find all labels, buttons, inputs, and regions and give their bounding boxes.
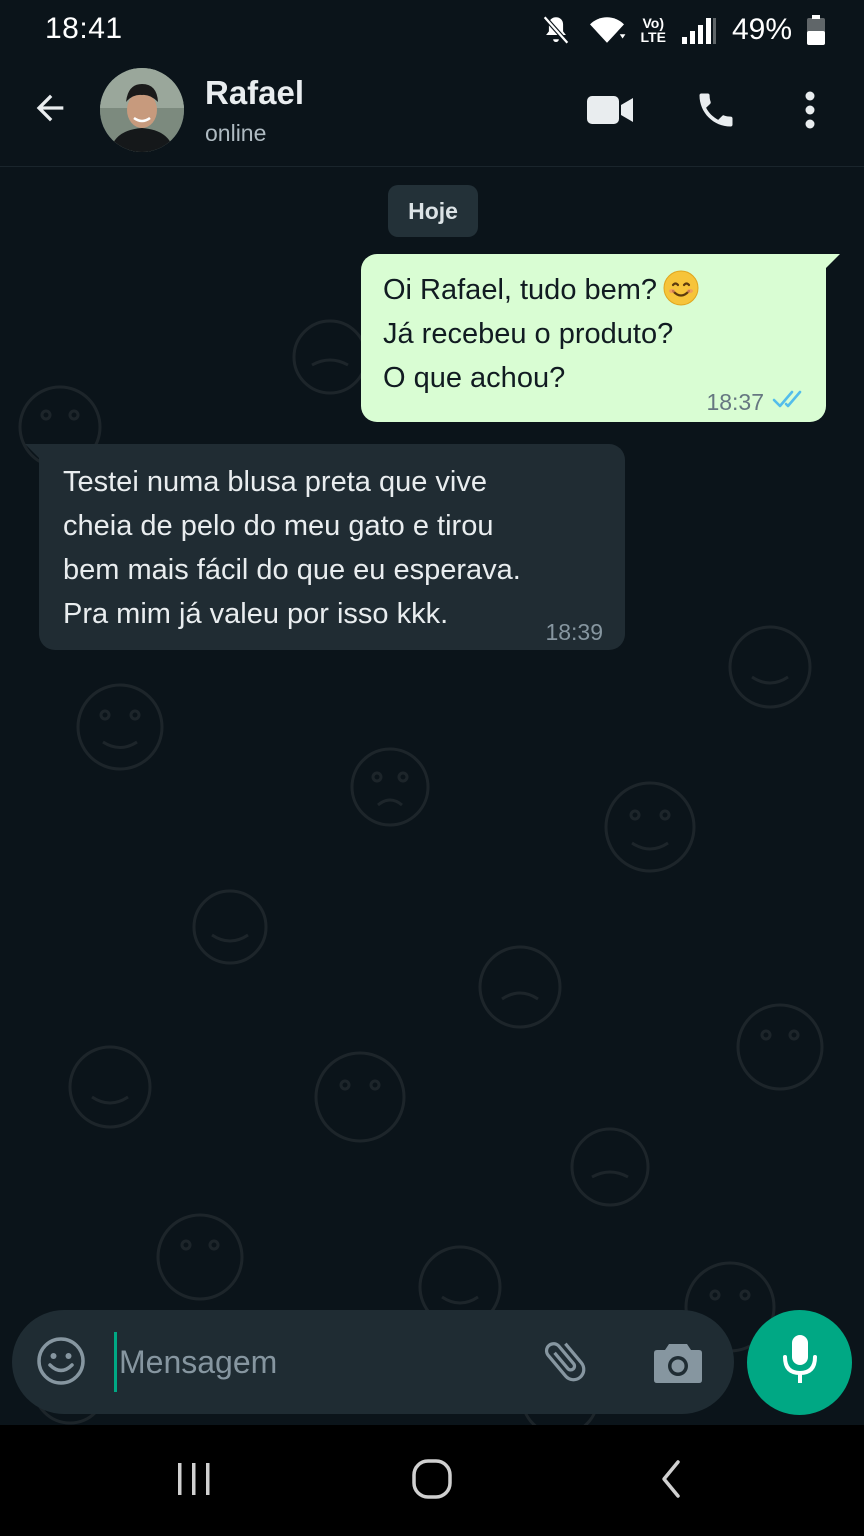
message-line: Pra mim já valeu por isso kkk. — [63, 598, 449, 630]
home-button[interactable] — [397, 1453, 467, 1509]
message-time: 18:39 — [545, 619, 603, 645]
voice-message-button[interactable] — [747, 1310, 852, 1415]
message-line: Testei numa blusa preta que vive — [63, 466, 487, 498]
voice-call-button[interactable] — [688, 86, 744, 138]
outgoing-message[interactable]: Oi Rafael, tudo bem? Já recebeu o produt… — [361, 254, 840, 424]
status-time: 18:41 — [45, 12, 123, 45]
message-composer — [12, 1310, 734, 1414]
recent-apps-button[interactable] — [159, 1453, 229, 1509]
message-input[interactable] — [114, 1332, 529, 1392]
date-chip: Hoje — [388, 185, 478, 237]
message-meta: 18:37 — [706, 380, 808, 424]
contact-name[interactable]: Rafael — [205, 74, 304, 112]
mic-icon — [780, 1333, 820, 1392]
volte-bottom-label: LTE — [640, 29, 666, 45]
mute-notifications-icon — [539, 13, 573, 47]
back-arrow-icon — [30, 88, 70, 133]
video-call-button[interactable] — [582, 86, 638, 138]
chat-area[interactable]: Hoje Oi Rafael, tudo bem? Já recebeu o p… — [0, 167, 864, 1425]
volte-icon: Vo) LTE — [641, 16, 666, 44]
signal-icon — [680, 15, 718, 45]
battery-percent: 49% — [731, 13, 792, 46]
attach-icon — [539, 1335, 591, 1392]
avatar[interactable] — [100, 68, 184, 152]
emoji-icon — [36, 1336, 86, 1391]
chat-header: Rafael online — [0, 62, 864, 167]
status-bar: 18:41 Vo) LTE 49% — [0, 0, 864, 62]
message-time: 18:37 — [706, 389, 764, 415]
bubble-tail — [824, 254, 840, 270]
smiling-face-emoji — [663, 270, 699, 306]
system-back-button[interactable] — [636, 1453, 706, 1509]
double-check-icon — [772, 380, 808, 424]
camera-button[interactable] — [648, 1336, 708, 1392]
bubble-tail — [25, 444, 41, 460]
voice-call-icon — [694, 88, 738, 137]
recent-apps-icon — [174, 1461, 214, 1502]
attach-button[interactable] — [536, 1334, 594, 1392]
message-line: Já recebeu o produto? — [383, 318, 674, 350]
message-text: Testei numa blusa preta que vive cheia d… — [63, 460, 603, 636]
volte-top-label: Vo) — [642, 15, 664, 31]
incoming-message[interactable]: Testei numa blusa preta que vive cheia d… — [25, 444, 625, 650]
back-button[interactable] — [26, 86, 74, 134]
message-line: cheia de pelo do meu gato e tirou — [63, 510, 494, 542]
home-icon — [410, 1457, 454, 1506]
system-nav-bar — [0, 1425, 864, 1536]
emoji-button[interactable] — [34, 1336, 88, 1390]
more-options-icon — [804, 90, 816, 135]
battery-icon — [806, 14, 826, 46]
back-icon — [656, 1459, 686, 1504]
contact-status: online — [205, 120, 267, 146]
message-line: bem mais fácil do que eu esperava. — [63, 554, 521, 586]
status-icons: Vo) LTE 49% — [539, 10, 826, 50]
camera-icon — [653, 1340, 703, 1389]
more-options-button[interactable] — [782, 86, 838, 138]
wifi-icon — [587, 13, 627, 47]
video-call-icon — [585, 93, 635, 132]
message-line-text: Oi Rafael, tudo bem? — [383, 274, 658, 306]
message-line: Oi Rafael, tudo bem? — [383, 268, 813, 312]
